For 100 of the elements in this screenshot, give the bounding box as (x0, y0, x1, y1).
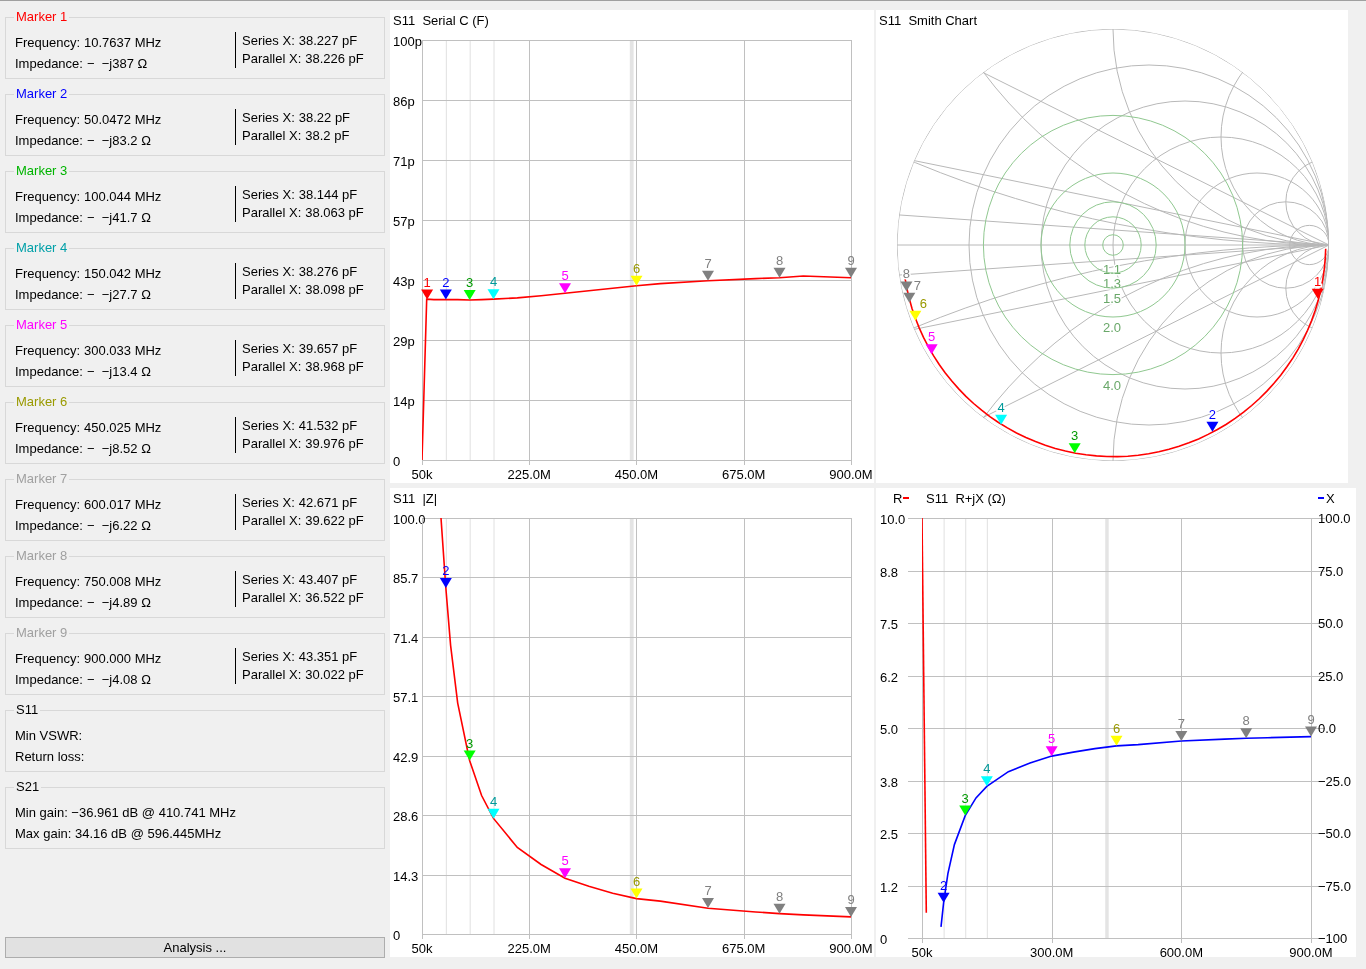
axis-label: 86p (393, 93, 415, 109)
axis-label: −75.0 (1318, 879, 1351, 894)
axis-label: 43p (393, 273, 415, 289)
frequency-value: 50.0472 MHz (84, 110, 162, 129)
axis-label: 2.5 (880, 826, 899, 842)
field-label: Impedance: (15, 516, 83, 535)
marker-label: 8 (775, 252, 784, 268)
vswr-label: 1.1 (1102, 262, 1122, 278)
frequency-value: 900.000 MHz (84, 649, 162, 668)
field-label: Series X: (242, 186, 295, 205)
marker-label: 2 (1208, 406, 1217, 422)
field-label: Frequency: (15, 187, 81, 206)
field-label: Impedance: (15, 285, 83, 304)
legend-label: X (1326, 491, 1335, 506)
field-label: Frequency: (15, 418, 81, 437)
marker-label: 3 (466, 275, 474, 290)
marker-label: 7 (704, 255, 712, 271)
axis-label: 0 (393, 927, 401, 943)
chart-title: S11 |Z| (393, 491, 438, 506)
impedance-value: − −j8.52 Ω (86, 439, 151, 458)
series-value: 38.276 pF (298, 263, 358, 282)
marker-label: 5 (1048, 731, 1056, 747)
marker-label: 1 (423, 274, 431, 290)
chart-title: S11 Serial C (F) (393, 13, 489, 28)
marker-label: 6 (919, 295, 927, 311)
field-label: Series X: (242, 648, 295, 667)
axis-label: 50k (411, 467, 433, 482)
axis-label: 10.0 (880, 511, 906, 527)
axis-label: 225.0M (507, 941, 551, 956)
marker-label: 5 (561, 268, 569, 284)
field-label: Parallel X: (242, 50, 302, 69)
axis-label: 900.0M (829, 941, 873, 956)
marker-label: 3 (961, 790, 969, 806)
impedance-value: − −j41.7 Ω (86, 208, 151, 227)
vswr-label: 1.5 (1102, 291, 1122, 307)
field-label: Parallel X: (242, 666, 302, 685)
field-label: Parallel X: (242, 589, 302, 608)
impedance-value: − −j387 Ω (86, 54, 148, 73)
field-label: Parallel X: (242, 435, 302, 454)
marker-label: 5 (561, 853, 569, 869)
frequency-value: 600.017 MHz (84, 495, 162, 514)
field-label: Impedance: (15, 54, 83, 73)
series-value: 38.144 pF (298, 186, 358, 205)
marker-label: 5 (928, 329, 936, 345)
axis-label: 85.7 (393, 570, 419, 586)
vswr-label: 2.0 (1102, 320, 1122, 335)
axis-label: 71p (393, 153, 415, 169)
marker-label: 4 (489, 274, 498, 290)
parallel-value: 30.022 pF (305, 666, 364, 685)
parallel-value: 38.226 pF (305, 50, 364, 69)
axis-label: 14p (393, 393, 415, 409)
marker-label: 3 (466, 735, 474, 751)
field-label: Series X: (242, 417, 295, 436)
marker-label: 4 (983, 761, 991, 777)
parallel-value: 38.098 pF (305, 281, 364, 300)
marker-label: 3 (1071, 428, 1079, 444)
analysis-button[interactable]: Analysis ... (5, 937, 385, 958)
marker-label: 4 (489, 793, 498, 809)
axis-label: 900.0M (1289, 945, 1333, 957)
field-label: Impedance: (15, 362, 83, 381)
field-label: Parallel X: (242, 127, 302, 146)
axis-label: 42.9 (393, 749, 419, 765)
axis-label: 25.0 (1318, 669, 1344, 684)
marker-label: 8 (902, 266, 911, 282)
frequency-value: 150.042 MHz (84, 264, 162, 283)
field-label: Impedance: (15, 670, 83, 689)
field-label: Series X: (242, 263, 295, 282)
axis-label: 900.0M (829, 467, 873, 482)
field-label: Frequency: (15, 572, 81, 591)
series-value: 43.407 pF (298, 571, 358, 590)
axis-label: 57p (393, 213, 415, 229)
series-value: 41.532 pF (298, 417, 358, 436)
axis-label: 50k (911, 945, 933, 957)
field-label: Parallel X: (242, 358, 302, 377)
field-label: Impedance: (15, 593, 83, 612)
marker-label: 7 (704, 883, 712, 899)
marker-label: 6 (632, 873, 641, 889)
axis-label: 100p (393, 33, 422, 49)
field-label: Series X: (242, 109, 295, 128)
field-label: Frequency: (15, 495, 81, 514)
marker-label: 4 (997, 399, 1005, 415)
field-label: Parallel X: (242, 512, 302, 531)
axis-label: 29p (393, 333, 415, 349)
axis-label: 600.0M (1159, 945, 1203, 957)
axis-label: 8.8 (880, 564, 899, 580)
vswr-label: 4.0 (1102, 377, 1122, 393)
axis-label: 3.8 (880, 774, 899, 790)
field-label: Frequency: (15, 649, 81, 668)
marker-label: 6 (632, 260, 641, 276)
axis-label: −25.0 (1318, 774, 1351, 789)
marker-label: 7 (913, 277, 921, 293)
marker-label: 2 (442, 274, 450, 290)
parallel-value: 39.976 pF (305, 435, 364, 454)
marker-label: 7 (1177, 716, 1185, 731)
axis-label: 450.0M (614, 467, 659, 482)
axis-label: 100.0 (393, 511, 426, 527)
field-label: Impedance: (15, 439, 83, 458)
impedance-value: − −j27.7 Ω (86, 285, 151, 304)
axis-label: 300.0M (1029, 945, 1074, 957)
field-label: Parallel X: (242, 204, 302, 223)
